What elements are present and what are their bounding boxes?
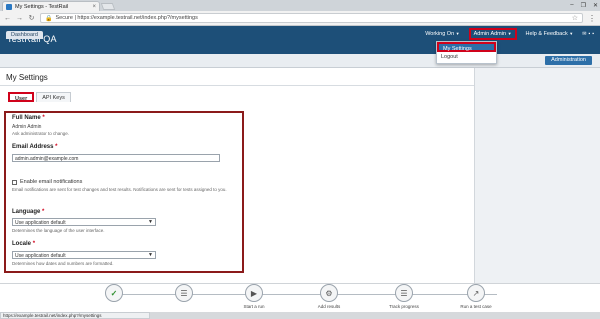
language-hint: Determines the language of the user inte…	[12, 228, 105, 233]
rss-icon[interactable]: ▪	[592, 31, 594, 37]
header-icons: ✉ ▪ ▪	[582, 31, 594, 37]
mail-icon[interactable]: ✉	[582, 31, 586, 37]
browser-tab-title: My Settings - TestRail	[15, 3, 69, 10]
top-nav: Working On ▼ Admin Admin ▼ Help & Feedba…	[422, 28, 594, 40]
step-label-track-progress: Track progress	[389, 304, 419, 309]
right-sidebar	[474, 68, 600, 283]
locale-select[interactable]: Use application default ▼	[12, 251, 156, 259]
working-on-label: Working On	[425, 31, 455, 37]
url-text: Secure | https://example.testrail.net/in…	[55, 15, 198, 21]
lock-icon: 🔒	[45, 15, 53, 22]
step-add-results-icon[interactable]: ⚙	[320, 284, 338, 302]
browser-menu-icon[interactable]: ⋮	[588, 14, 596, 23]
full-name-label: Full Name *	[12, 115, 45, 121]
help-menu[interactable]: Help & Feedback ▼	[523, 30, 577, 38]
language-select[interactable]: Use application default ▼	[12, 218, 156, 226]
minimize-icon[interactable]: –	[570, 2, 573, 9]
status-bar-url: https://example.testrail.net/index.php?/…	[0, 312, 150, 319]
tab-user[interactable]: User	[8, 92, 35, 102]
step-label-run-case: Run a test case	[460, 304, 492, 309]
logout-menu-item[interactable]: Logout	[437, 52, 496, 62]
settings-tabs: User API Keys	[8, 92, 71, 102]
close-window-icon[interactable]: ✕	[593, 2, 598, 9]
user-dropdown: My Settings Logout	[436, 41, 497, 64]
chevron-down-icon: ▼	[569, 31, 574, 36]
user-menu[interactable]: Admin Admin ▼	[468, 28, 517, 40]
full-name-hint: Ask administrator to change.	[12, 131, 70, 136]
step-run-case-icon[interactable]: ↗	[467, 284, 485, 302]
back-icon[interactable]: ←	[4, 15, 11, 22]
language-label: Language *	[12, 209, 45, 215]
my-settings-menu-item[interactable]: My Settings	[437, 42, 496, 52]
chevron-down-icon: ▼	[148, 252, 153, 258]
sub-header	[0, 54, 600, 68]
step-list-icon[interactable]: ☰	[175, 284, 193, 302]
locale-label: Locale *	[12, 241, 36, 247]
app-header: TestRail QA Working On ▼ Admin Admin ▼ H…	[0, 26, 600, 54]
locale-label-text: Locale	[12, 241, 32, 247]
user-settings-form: Full Name * Admin Admin Ask administrato…	[4, 111, 244, 273]
email-field[interactable]: admin.admin@example.com	[12, 154, 220, 162]
step-label-add-results: Add results	[317, 304, 341, 309]
chevron-down-icon: ▼	[455, 31, 460, 36]
tab-api-keys[interactable]: API Keys	[36, 92, 71, 102]
step-start-run-icon[interactable]: ▶	[245, 284, 263, 302]
email-notifications-checkbox[interactable]	[12, 180, 17, 185]
twitter-icon[interactable]: ▪	[588, 31, 590, 37]
title-divider	[0, 85, 474, 86]
chevron-down-icon: ▼	[148, 219, 153, 225]
email-notifications-label: Enable email notifications	[20, 179, 83, 185]
email-label-text: Email Address	[12, 144, 54, 150]
step-track-progress-icon[interactable]: ☰	[395, 284, 413, 302]
close-tab-icon[interactable]: ×	[92, 4, 96, 10]
step-label-start-run: Start a run	[243, 304, 265, 309]
browser-tab[interactable]: My Settings - TestRail ×	[2, 1, 100, 11]
new-tab-button[interactable]	[100, 3, 116, 10]
locale-hint: Determines how dates and numbers are for…	[12, 261, 114, 266]
tab-dashboard[interactable]: Dashboard	[6, 31, 43, 39]
help-menu-label: Help & Feedback	[525, 31, 568, 37]
favicon-icon	[6, 3, 12, 10]
locale-select-value: Use application default	[15, 253, 66, 259]
language-select-value: Use application default	[15, 220, 66, 226]
language-label-text: Language	[12, 209, 41, 215]
browser-tabbar: My Settings - TestRail × – ❐ ✕	[0, 0, 600, 11]
full-name-label-text: Full Name	[12, 115, 41, 121]
working-on-menu[interactable]: Working On ▼	[422, 30, 462, 38]
window-controls: – ❐ ✕	[570, 0, 598, 9]
url-input[interactable]: 🔒 Secure | https://example.testrail.net/…	[40, 13, 583, 23]
full-name-value: Admin Admin	[12, 124, 42, 130]
address-bar: ← → ↻ 🔒 Secure | https://example.testrai…	[0, 11, 600, 26]
bookmark-star-icon[interactable]: ☆	[572, 14, 578, 22]
step-done-check-icon[interactable]: ✓	[105, 284, 123, 302]
forward-icon[interactable]: →	[16, 15, 23, 22]
maximize-icon[interactable]: ❐	[581, 2, 586, 9]
chevron-down-icon: ▼	[507, 31, 512, 36]
steps-connector	[112, 294, 497, 295]
page-title: My Settings	[6, 73, 48, 82]
email-label: Email Address *	[12, 144, 58, 150]
administration-button[interactable]: Administration	[545, 56, 592, 65]
reload-icon[interactable]: ↻	[28, 14, 35, 22]
email-notifications-hint: Email notifications are sent for test ch…	[12, 187, 227, 192]
user-menu-label: Admin Admin	[473, 31, 507, 37]
